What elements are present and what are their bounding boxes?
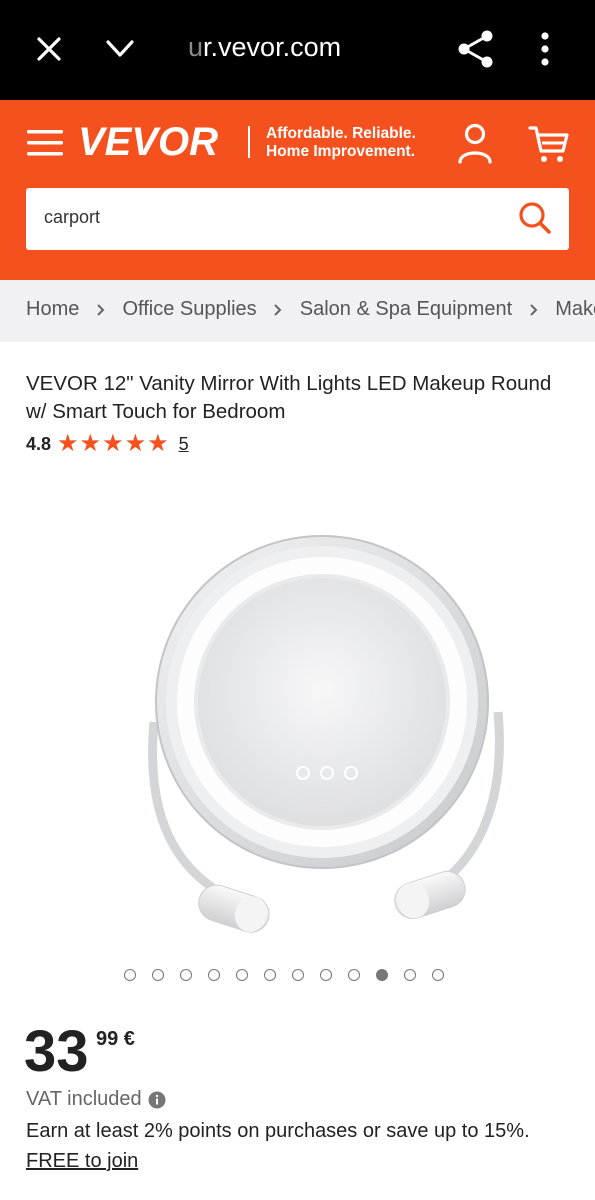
review-count-link[interactable]: 5: [179, 434, 189, 455]
url-prefix: u: [188, 32, 204, 62]
carousel-dot[interactable]: [320, 969, 332, 981]
chevron-right-icon: [529, 304, 538, 316]
more-options-icon[interactable]: [535, 30, 555, 70]
carousel-dot[interactable]: [292, 969, 304, 981]
breadcrumb-makeup[interactable]: Make: [555, 298, 595, 321]
carousel-dot[interactable]: [404, 969, 416, 981]
browser-toolbar: ur.vevor.com: [0, 0, 595, 100]
address-bar-url[interactable]: ur.vevor.com: [188, 32, 341, 63]
carousel-dot[interactable]: [264, 969, 276, 981]
carousel-dot[interactable]: [152, 969, 164, 981]
brand-tagline: Affordable. Reliable. Home Improvement.: [266, 125, 416, 161]
product-image[interactable]: [60, 480, 580, 950]
carousel-dot[interactable]: [180, 969, 192, 981]
star-icon: ★: [79, 430, 102, 457]
carousel-dot-active[interactable]: [376, 969, 388, 981]
vat-note: VAT included: [26, 1088, 166, 1111]
carousel-dot[interactable]: [236, 969, 248, 981]
chevron-down-icon[interactable]: [104, 36, 136, 62]
logo-divider: [248, 126, 250, 158]
rating-row: 4.8 ★ ★ ★ ★ ★ 5: [26, 430, 189, 458]
share-icon[interactable]: [456, 28, 496, 70]
star-icon: ★: [147, 430, 169, 457]
close-icon[interactable]: [34, 34, 64, 64]
points-promo: Earn at least 2% points on purchases or …: [26, 1116, 566, 1176]
breadcrumb: Home Office Supplies Salon & Spa Equipme…: [0, 280, 595, 342]
menu-icon[interactable]: [27, 128, 63, 158]
star-icon: ★: [57, 430, 79, 457]
star-icon: ★: [102, 430, 124, 457]
price-integer: 33: [24, 1019, 89, 1084]
carousel-dot[interactable]: [124, 969, 136, 981]
tagline-line-2: Home Improvement.: [266, 143, 416, 160]
cart-icon[interactable]: [527, 124, 571, 164]
product-title: VEVOR 12" Vanity Mirror With Lights LED …: [26, 372, 552, 423]
chevron-right-icon: [274, 304, 282, 316]
points-text: Earn at least 2% points on purchases or …: [26, 1120, 530, 1142]
breadcrumb-office-supplies[interactable]: Office Supplies: [122, 298, 256, 321]
url-text: r.vevor.com: [203, 32, 342, 62]
carousel-dot[interactable]: [208, 969, 220, 981]
tagline-line-1: Affordable. Reliable.: [266, 125, 416, 142]
carousel-dot[interactable]: [348, 969, 360, 981]
search-icon[interactable]: [517, 200, 553, 236]
breadcrumb-home[interactable]: Home: [26, 298, 79, 321]
star-icon: ★: [124, 430, 147, 457]
rating-stars: ★ ★ ★ ★ ★: [57, 432, 169, 456]
breadcrumb-salon-spa[interactable]: Salon & Spa Equipment: [300, 298, 512, 321]
price-decimal-currency: 99 €: [96, 1028, 135, 1050]
rating-value: 4.8: [26, 433, 52, 454]
search-input[interactable]: [44, 207, 484, 228]
vevor-logo[interactable]: VEVOR: [78, 120, 218, 165]
free-to-join-link[interactable]: FREE to join: [26, 1150, 138, 1172]
user-account-icon[interactable]: [455, 122, 495, 164]
info-icon[interactable]: [148, 1091, 166, 1109]
search-bar: [26, 188, 569, 250]
price: 33 99 €: [24, 1019, 135, 1084]
chevron-right-icon: [97, 304, 105, 316]
carousel-indicators: [124, 969, 444, 981]
carousel-dot[interactable]: [432, 969, 444, 981]
vat-text: VAT included: [26, 1088, 142, 1110]
